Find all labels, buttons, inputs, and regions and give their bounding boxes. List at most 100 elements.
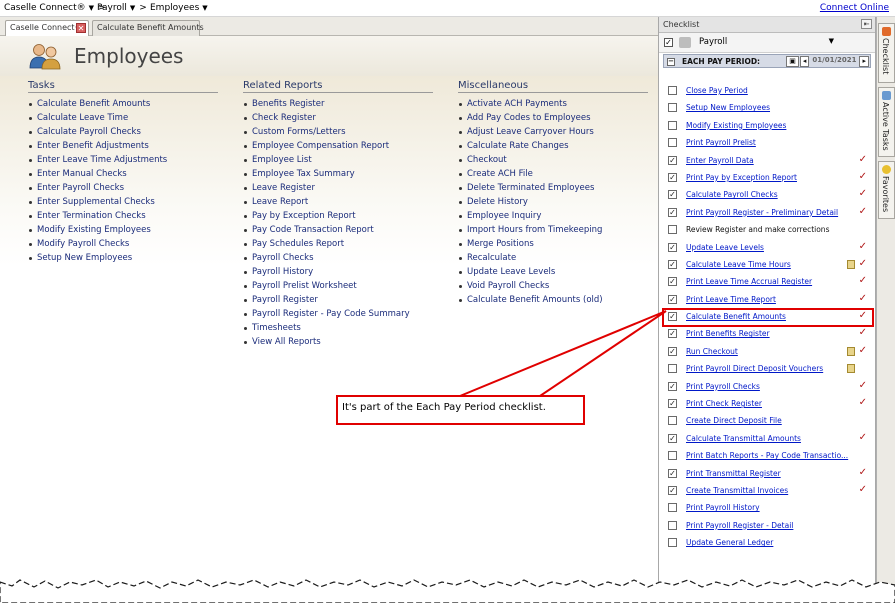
note-icon[interactable] [847,346,855,356]
task-link[interactable]: Enter Termination Checks [28,209,218,223]
checklist-item-label[interactable]: Print Check Register [686,399,762,408]
checklist-item-checkbox[interactable]: ✓ [668,468,677,478]
checklist-item-label[interactable]: Create Direct Deposit File [686,416,782,425]
checklist-item-checkbox[interactable]: ✓ [668,277,677,287]
checklist-item-checkbox[interactable]: ✓ [668,346,677,356]
checklist-item-checkbox[interactable]: ✓ [668,485,677,495]
checklist-item-checkbox[interactable]: ✓ [668,207,677,217]
misc-link[interactable]: Delete History [458,195,648,209]
checklist-item-checkbox[interactable]: ✓ [668,381,677,391]
checklist-item-checkbox[interactable] [668,364,677,374]
checklist-item-checkbox[interactable] [668,138,677,148]
checklist-item-checkbox[interactable]: ✓ [668,399,677,409]
checklist-item-checkbox[interactable] [668,416,677,426]
chevron-down-icon[interactable]: ▼ [89,4,94,12]
checklist-item-checkbox[interactable]: ✓ [668,190,677,200]
side-tab-active-tasks[interactable]: Active Tasks [878,87,895,157]
misc-link[interactable]: Void Payroll Checks [458,279,648,293]
checklist-item-label[interactable]: Print Payroll History [686,503,760,512]
checklist-item-checkbox[interactable]: ✓ [668,155,677,165]
checklist-item-label[interactable]: Close Pay Period [686,86,748,95]
checklist-item-label[interactable]: Print Payroll Direct Deposit Vouchers [686,364,823,373]
checklist-item-label[interactable]: Print Leave Time Accrual Register [686,277,812,286]
previous-period-icon[interactable]: ◂ [799,56,810,67]
chevron-down-icon[interactable]: ▼ [202,4,207,12]
report-link[interactable]: Pay by Exception Report [243,209,433,223]
checklist-item-label[interactable]: Modify Existing Employees [686,121,786,130]
misc-link[interactable]: Add Pay Codes to Employees [458,111,648,125]
checklist-item-label[interactable]: Calculate Benefit Amounts [686,312,786,321]
report-link[interactable]: Pay Code Transaction Report [243,223,433,237]
task-link[interactable]: Enter Payroll Checks [28,181,218,195]
print-icon[interactable] [679,37,691,48]
report-link[interactable]: Pay Schedules Report [243,237,433,251]
check-all-icon[interactable]: ✓ [664,38,673,47]
checklist-item-label[interactable]: Create Transmittal Invoices [686,486,788,495]
checklist-item-label[interactable]: Print Batch Reports - Pay Code Transacti… [686,451,848,460]
misc-link[interactable]: Recalculate [458,251,648,265]
report-link[interactable]: Benefits Register [243,97,433,111]
checklist-item-checkbox[interactable]: ✓ [668,242,677,252]
chevron-down-icon[interactable]: ▼ [130,4,135,12]
note-icon[interactable] [847,364,855,374]
misc-link[interactable]: Employee Inquiry [458,209,648,223]
tab-caselle-connect[interactable]: Caselle Connect® ✕ [5,20,89,36]
report-link[interactable]: Timesheets [243,321,433,335]
breadcrumb-payroll[interactable]: Payroll ▼ > [97,3,147,13]
checklist-item-checkbox[interactable] [668,86,677,95]
note-icon[interactable] [847,259,855,269]
task-link[interactable]: Enter Manual Checks [28,167,218,181]
task-link[interactable]: Calculate Leave Time [28,111,218,125]
checklist-item-checkbox[interactable] [668,503,677,513]
misc-link[interactable]: Activate ACH Payments [458,97,648,111]
report-link[interactable]: Payroll History [243,265,433,279]
report-link[interactable]: View All Reports [243,335,433,349]
task-link[interactable]: Modify Payroll Checks [28,237,218,251]
task-link[interactable]: Calculate Payroll Checks [28,125,218,139]
collapse-icon[interactable]: − [667,58,675,66]
task-link[interactable]: Enter Leave Time Adjustments [28,153,218,167]
side-tab-favorites[interactable]: Favorites [878,161,895,219]
task-link[interactable]: Setup New Employees [28,251,218,265]
checklist-item-label[interactable]: Enter Payroll Data [686,156,754,165]
breadcrumb-employees[interactable]: Employees ▼ [150,3,208,13]
checklist-selector[interactable]: Payroll ▼ [696,35,836,50]
checklist-item-label[interactable]: Print Payroll Checks [686,382,760,391]
close-icon[interactable]: ✕ [76,23,86,33]
checklist-item-label[interactable]: Print Transmittal Register [686,469,781,478]
report-link[interactable]: Employee Compensation Report [243,139,433,153]
report-link[interactable]: Employee List [243,153,433,167]
pin-icon[interactable]: ⇤ [861,19,872,29]
checklist-item-label[interactable]: Print Pay by Exception Report [686,173,797,182]
misc-link[interactable]: Calculate Benefit Amounts (old) [458,293,648,307]
checklist-item-label[interactable]: Run Checkout [686,347,738,356]
checklist-item-label[interactable]: Calculate Payroll Checks [686,190,778,199]
calendar-icon[interactable]: ▣ [786,56,799,67]
connect-online-link[interactable]: Connect Online [820,3,889,13]
checklist-item-checkbox[interactable] [668,451,677,461]
task-link[interactable]: Enter Benefit Adjustments [28,139,218,153]
checklist-item-checkbox[interactable]: ✓ [668,294,677,304]
report-link[interactable]: Payroll Register [243,293,433,307]
misc-link[interactable]: Adjust Leave Carryover Hours [458,125,648,139]
side-tab-checklist[interactable]: Checklist [878,23,895,83]
checklist-item-label[interactable]: Update Leave Levels [686,243,764,252]
checklist-item-checkbox[interactable]: ✓ [668,312,677,322]
checklist-item-label[interactable]: Print Leave Time Report [686,295,776,304]
task-link[interactable]: Enter Supplemental Checks [28,195,218,209]
checklist-item-checkbox[interactable] [668,538,677,548]
checklist-item-checkbox[interactable] [668,225,677,235]
report-link[interactable]: Payroll Checks [243,251,433,265]
checklist-item-label[interactable]: Print Payroll Prelist [686,138,756,147]
breadcrumb-caselle-connect[interactable]: Caselle Connect® ▼ > [4,3,106,13]
checklist-item-label[interactable]: Print Payroll Register - Detail [686,521,793,530]
task-link[interactable]: Calculate Benefit Amounts [28,97,218,111]
checklist-item-checkbox[interactable] [668,520,677,530]
checklist-item-checkbox[interactable]: ✓ [668,172,677,182]
misc-link[interactable]: Merge Positions [458,237,648,251]
checklist-item-label[interactable]: Setup New Employees [686,103,770,112]
checklist-item-label[interactable]: Print Benefits Register [686,329,770,338]
misc-link[interactable]: Import Hours from Timekeeping [458,223,648,237]
checklist-item-checkbox[interactable]: ✓ [668,433,677,443]
report-link[interactable]: Leave Register [243,181,433,195]
